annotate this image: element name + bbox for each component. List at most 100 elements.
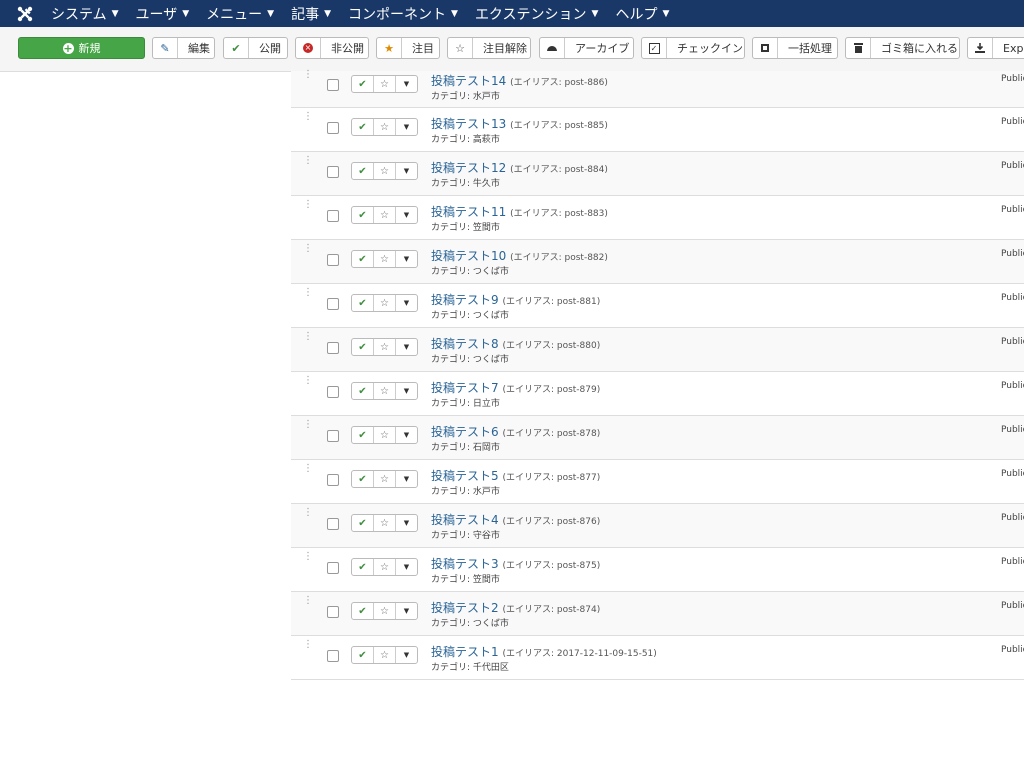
article-title-link[interactable]: 投稿テスト9 <box>431 293 499 307</box>
publish-toggle-check-icon[interactable]: ✔ <box>352 295 374 311</box>
row-checkbox[interactable] <box>327 254 339 266</box>
publish-toggle-check-icon[interactable]: ✔ <box>352 339 374 355</box>
publish-toggle-check-icon[interactable]: ✔ <box>352 163 374 179</box>
row-checkbox[interactable] <box>327 562 339 574</box>
drag-handle-icon[interactable]: ⋮ <box>303 332 313 342</box>
row-actions-dropdown-caret-icon[interactable]: ▼ <box>396 207 417 223</box>
checkin-button[interactable]: ✓ チェックイン <box>641 37 745 59</box>
nav-menu-item[interactable]: ヘルプ ▼ <box>615 4 669 24</box>
row-actions-dropdown-caret-icon[interactable]: ▼ <box>396 603 417 619</box>
article-title-link[interactable]: 投稿テスト5 <box>431 469 499 483</box>
featured-toggle-star-icon[interactable]: ☆ <box>374 339 396 355</box>
publish-toggle-check-icon[interactable]: ✔ <box>352 119 374 135</box>
row-checkbox[interactable] <box>327 298 339 310</box>
featured-toggle-star-icon[interactable]: ☆ <box>374 76 396 92</box>
row-checkbox[interactable] <box>327 606 339 618</box>
nav-menu-item[interactable]: メニュー ▼ <box>206 4 274 24</box>
publish-toggle-check-icon[interactable]: ✔ <box>352 207 374 223</box>
drag-handle-icon[interactable]: ⋮ <box>303 70 313 80</box>
nav-menu-item[interactable]: 記事 ▼ <box>291 4 331 24</box>
article-title-link[interactable]: 投稿テスト4 <box>431 513 499 527</box>
nav-menu-item[interactable]: コンポーネント ▼ <box>348 4 458 24</box>
archive-button[interactable]: アーカイブ <box>539 37 634 59</box>
edit-button[interactable]: ✎ 編集 <box>152 37 215 59</box>
unfeature-button[interactable]: ☆ 注目解除 <box>447 37 531 59</box>
drag-handle-icon[interactable]: ⋮ <box>303 288 313 298</box>
publish-toggle-check-icon[interactable]: ✔ <box>352 603 374 619</box>
featured-toggle-star-icon[interactable]: ☆ <box>374 515 396 531</box>
row-actions-dropdown-caret-icon[interactable]: ▼ <box>396 339 417 355</box>
row-checkbox[interactable] <box>327 342 339 354</box>
row-checkbox[interactable] <box>327 650 339 662</box>
nav-menu-item[interactable]: エクステンション ▼ <box>475 4 599 24</box>
publish-toggle-check-icon[interactable]: ✔ <box>352 383 374 399</box>
row-actions-dropdown-caret-icon[interactable]: ▼ <box>396 76 417 92</box>
batch-button[interactable]: 一括処理 <box>752 37 838 59</box>
featured-toggle-star-icon[interactable]: ☆ <box>374 427 396 443</box>
nav-menu-item[interactable]: ユーザ ▼ <box>136 4 190 24</box>
row-actions-dropdown-caret-icon[interactable]: ▼ <box>396 163 417 179</box>
article-title-link[interactable]: 投稿テスト3 <box>431 557 499 571</box>
article-title-link[interactable]: 投稿テスト10 <box>431 249 506 263</box>
feature-button[interactable]: ★ 注目 <box>376 37 440 59</box>
unpublish-button[interactable]: × 非公開 <box>295 37 369 59</box>
row-checkbox[interactable] <box>327 166 339 178</box>
article-title-link[interactable]: 投稿テスト6 <box>431 425 499 439</box>
publish-toggle-check-icon[interactable]: ✔ <box>352 427 374 443</box>
drag-handle-icon[interactable]: ⋮ <box>303 508 313 518</box>
featured-toggle-star-icon[interactable]: ☆ <box>374 163 396 179</box>
row-checkbox[interactable] <box>327 122 339 134</box>
drag-handle-icon[interactable]: ⋮ <box>303 552 313 562</box>
article-title-link[interactable]: 投稿テスト11 <box>431 205 506 219</box>
row-checkbox[interactable] <box>327 386 339 398</box>
row-actions-dropdown-caret-icon[interactable]: ▼ <box>396 119 417 135</box>
row-checkbox[interactable] <box>327 518 339 530</box>
article-title-link[interactable]: 投稿テスト12 <box>431 161 506 175</box>
publish-toggle-check-icon[interactable]: ✔ <box>352 515 374 531</box>
publish-button[interactable]: ✔ 公開 <box>223 37 288 59</box>
row-actions-dropdown-caret-icon[interactable]: ▼ <box>396 295 417 311</box>
row-checkbox[interactable] <box>327 474 339 486</box>
publish-toggle-check-icon[interactable]: ✔ <box>352 559 374 575</box>
row-actions-dropdown-caret-icon[interactable]: ▼ <box>396 251 417 267</box>
new-button[interactable]: + 新規 <box>18 37 145 59</box>
export-button[interactable]: Expo <box>967 37 1024 59</box>
row-actions-dropdown-caret-icon[interactable]: ▼ <box>396 383 417 399</box>
featured-toggle-star-icon[interactable]: ☆ <box>374 383 396 399</box>
drag-handle-icon[interactable]: ⋮ <box>303 156 313 166</box>
drag-handle-icon[interactable]: ⋮ <box>303 244 313 254</box>
row-actions-dropdown-caret-icon[interactable]: ▼ <box>396 427 417 443</box>
row-actions-dropdown-caret-icon[interactable]: ▼ <box>396 515 417 531</box>
article-title-link[interactable]: 投稿テスト1 <box>431 645 499 659</box>
drag-handle-icon[interactable]: ⋮ <box>303 640 313 650</box>
publish-toggle-check-icon[interactable]: ✔ <box>352 251 374 267</box>
drag-handle-icon[interactable]: ⋮ <box>303 464 313 474</box>
featured-toggle-star-icon[interactable]: ☆ <box>374 559 396 575</box>
publish-toggle-check-icon[interactable]: ✔ <box>352 471 374 487</box>
row-actions-dropdown-caret-icon[interactable]: ▼ <box>396 471 417 487</box>
featured-toggle-star-icon[interactable]: ☆ <box>374 295 396 311</box>
trash-button[interactable]: ゴミ箱に入れる <box>845 37 960 59</box>
drag-handle-icon[interactable]: ⋮ <box>303 420 313 430</box>
featured-toggle-star-icon[interactable]: ☆ <box>374 647 396 663</box>
row-actions-dropdown-caret-icon[interactable]: ▼ <box>396 559 417 575</box>
row-checkbox[interactable] <box>327 430 339 442</box>
featured-toggle-star-icon[interactable]: ☆ <box>374 603 396 619</box>
joomla-logo-icon[interactable] <box>13 0 37 27</box>
drag-handle-icon[interactable]: ⋮ <box>303 376 313 386</box>
publish-toggle-check-icon[interactable]: ✔ <box>352 76 374 92</box>
featured-toggle-star-icon[interactable]: ☆ <box>374 251 396 267</box>
drag-handle-icon[interactable]: ⋮ <box>303 596 313 606</box>
article-title-link[interactable]: 投稿テスト8 <box>431 337 499 351</box>
publish-toggle-check-icon[interactable]: ✔ <box>352 647 374 663</box>
drag-handle-icon[interactable]: ⋮ <box>303 112 313 122</box>
row-checkbox[interactable] <box>327 79 339 91</box>
row-checkbox[interactable] <box>327 210 339 222</box>
article-title-link[interactable]: 投稿テスト14 <box>431 74 506 88</box>
article-title-link[interactable]: 投稿テスト7 <box>431 381 499 395</box>
featured-toggle-star-icon[interactable]: ☆ <box>374 119 396 135</box>
article-title-link[interactable]: 投稿テスト13 <box>431 117 506 131</box>
featured-toggle-star-icon[interactable]: ☆ <box>374 471 396 487</box>
featured-toggle-star-icon[interactable]: ☆ <box>374 207 396 223</box>
drag-handle-icon[interactable]: ⋮ <box>303 200 313 210</box>
